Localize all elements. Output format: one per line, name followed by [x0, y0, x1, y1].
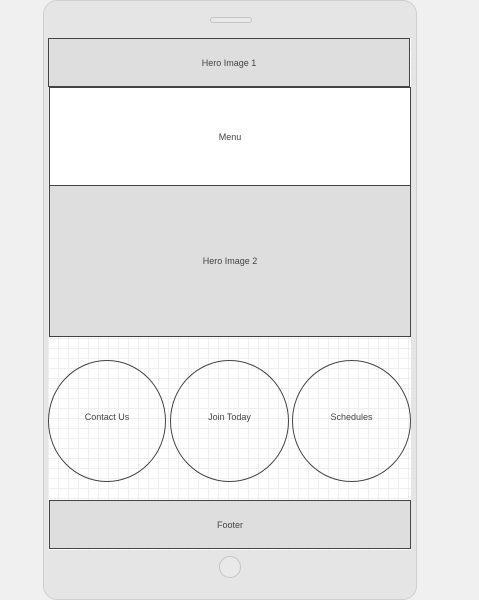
- menu-label: Menu: [218, 131, 242, 142]
- hero-image-1-label: Hero Image 1: [201, 57, 257, 68]
- footer-label: Footer: [216, 519, 243, 530]
- hero-image-2: Hero Image 2: [49, 185, 411, 337]
- hero-image-1: Hero Image 1: [48, 38, 410, 87]
- footer: Footer: [49, 500, 411, 549]
- contact-us-button[interactable]: Contact Us: [48, 360, 166, 482]
- join-today-button[interactable]: Join Today: [170, 360, 289, 482]
- speaker-slot: [210, 17, 252, 23]
- contact-us-label: Contact Us: [84, 412, 130, 422]
- home-button[interactable]: [219, 556, 241, 578]
- schedules-button[interactable]: Schedules: [292, 360, 411, 482]
- schedules-label: Schedules: [330, 412, 373, 422]
- join-today-label: Join Today: [208, 412, 251, 422]
- menu[interactable]: Menu: [49, 87, 411, 186]
- hero-image-2-label: Hero Image 2: [202, 256, 258, 266]
